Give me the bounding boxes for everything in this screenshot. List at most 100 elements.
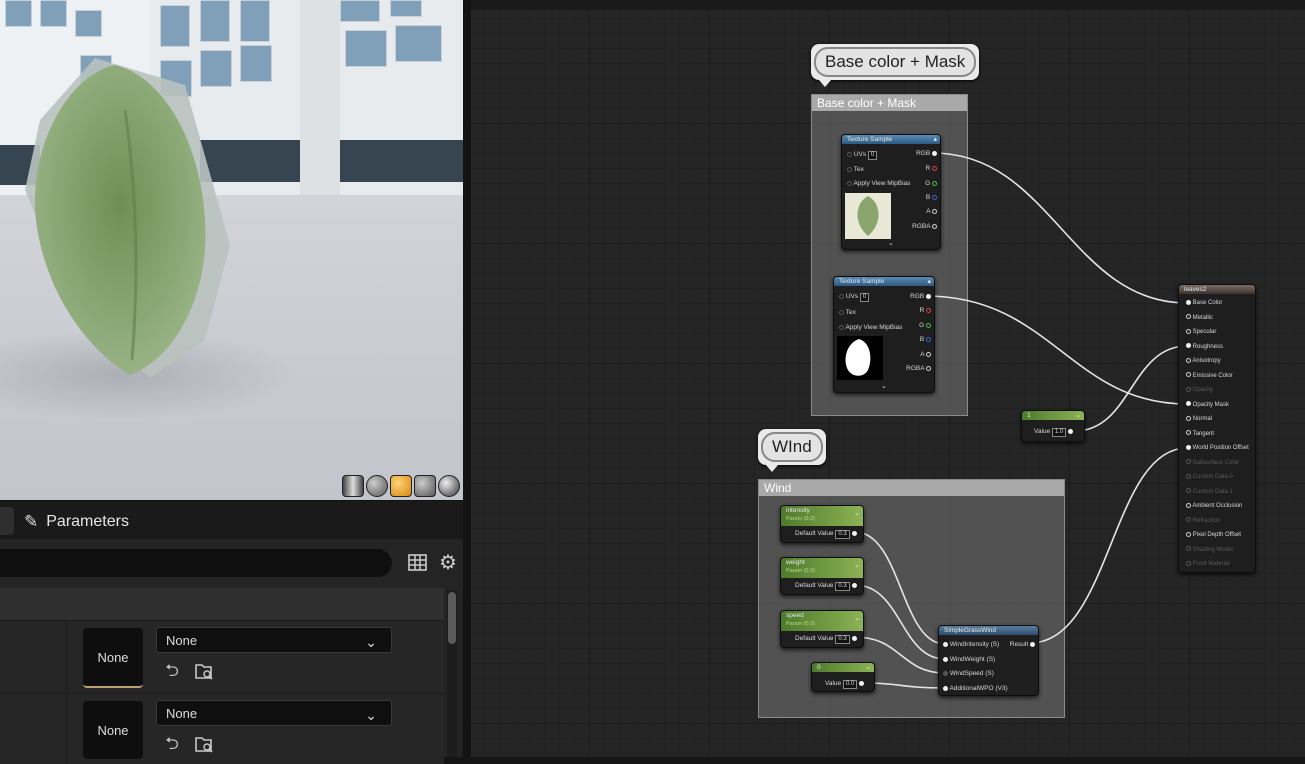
input-pin-additionalwpo[interactable]: AdditionalWPO (V3) xyxy=(943,684,1008,693)
output-pin-rgba[interactable]: RGBA xyxy=(912,222,937,231)
input-pin-windweight[interactable]: WindWeight (S) xyxy=(943,655,995,664)
texture-thumbnail[interactable]: None xyxy=(83,701,143,759)
chevron-down-icon[interactable]: ⌄ xyxy=(854,614,860,623)
scalar-parameter-node[interactable]: weight Param (0.3) ⌄ Default Value 0.3 xyxy=(780,557,864,595)
result-input-pin[interactable]: Tangent xyxy=(1186,430,1214,439)
use-selected-icon[interactable]: ⮌ xyxy=(162,661,182,681)
input-pin-mipbias[interactable]: Apply View MipBias xyxy=(839,323,902,332)
result-input-pin[interactable]: Anisotropy xyxy=(1186,357,1221,366)
value-field[interactable]: 1.0 xyxy=(1051,428,1067,437)
output-pin-r[interactable]: R xyxy=(919,306,931,315)
output-pin-b[interactable]: B xyxy=(920,335,931,344)
input-pin-uvs[interactable]: UVs 0 xyxy=(839,292,870,302)
constant-value-row[interactable]: Value 0.0 xyxy=(825,679,865,689)
input-pin-windspeed[interactable]: WindSpeed (S) xyxy=(943,669,994,678)
node-title: Texture Sample xyxy=(839,278,885,285)
default-value-row[interactable]: Default Value 0.3 xyxy=(795,634,857,644)
constant-node[interactable]: 1 ⌄ Value 1.0 xyxy=(1021,410,1085,442)
input-pin-tex[interactable]: Tex xyxy=(839,308,856,317)
default-value-row[interactable]: Default Value 0.3 xyxy=(795,581,857,591)
scalar-parameter-node[interactable]: intensity Param (0.3) ⌄ Default Value 0.… xyxy=(780,505,864,543)
uv-index-field[interactable]: 0 xyxy=(859,293,870,302)
expand-icon[interactable]: ⌄ xyxy=(888,239,894,247)
output-pin-a[interactable]: A xyxy=(920,350,931,359)
value-field[interactable]: 0.3 xyxy=(835,582,850,591)
value-field[interactable]: 0.0 xyxy=(842,680,858,689)
output-pin-rgb[interactable]: RGB xyxy=(910,292,931,301)
texture-sample-node[interactable]: Texture Sample ▴ UVs 0 Tex Apply View Mip… xyxy=(833,276,935,393)
output-pin-b[interactable]: B xyxy=(926,193,937,202)
result-input-pin[interactable]: Ambient Occlusion xyxy=(1186,502,1242,511)
expand-icon[interactable]: ⌄ xyxy=(881,382,887,390)
preview-mesh-button[interactable] xyxy=(438,475,460,497)
browse-asset-icon[interactable] xyxy=(194,661,214,681)
result-input-pin[interactable]: Custom Data 0 xyxy=(1186,473,1233,482)
collapse-icon[interactable]: ▴ xyxy=(933,135,937,144)
use-selected-icon[interactable]: ⮌ xyxy=(162,734,182,754)
input-pin-mipbias[interactable]: Apply View MipBias xyxy=(847,179,910,188)
input-pin-tex[interactable]: Tex xyxy=(847,165,864,174)
collapse-icon[interactable]: ▴ xyxy=(927,277,931,286)
tab-details[interactable] xyxy=(0,507,14,535)
table-view-icon[interactable] xyxy=(408,553,428,573)
default-value-row[interactable]: Default Value 0.3 xyxy=(795,529,857,539)
constant-node[interactable]: 0 ⌄ Value 0.0 xyxy=(811,662,875,692)
material-result-node[interactable]: leaves2 Base Color Metallic Specular Rou… xyxy=(1178,284,1256,573)
search-input[interactable] xyxy=(0,549,392,577)
texture-thumbnail[interactable]: None xyxy=(83,628,143,688)
result-input-pin[interactable]: Refraction xyxy=(1186,517,1220,526)
output-pin-r[interactable]: R xyxy=(925,164,937,173)
result-input-pin[interactable]: Shading Model xyxy=(1186,546,1233,555)
material-preview-viewport[interactable] xyxy=(0,0,463,500)
output-pin-rgba[interactable]: RGBA xyxy=(906,364,931,373)
result-input-pin[interactable]: Emissive Color xyxy=(1186,372,1233,381)
node-header: Texture Sample ▴ xyxy=(842,135,940,144)
preview-sphere-button[interactable] xyxy=(366,475,388,497)
result-input-pin[interactable]: Metallic xyxy=(1186,314,1213,323)
scalar-parameter-node[interactable]: speed Param (0.3) ⌄ Default Value 0.3 xyxy=(780,610,864,648)
panel-splitter[interactable] xyxy=(463,0,471,757)
constant-value-row[interactable]: Value 1.0 xyxy=(1034,427,1074,437)
result-input-pin[interactable]: Opacity Mask xyxy=(1186,401,1229,410)
result-input-pin[interactable]: Subsurface Color xyxy=(1186,459,1239,468)
input-pin-windintensity[interactable]: WindIntensity (S) xyxy=(943,640,999,649)
panel-scrollbar[interactable] xyxy=(447,590,457,757)
material-graph-canvas[interactable]: Base color + Mask Base color + Mask WInd… xyxy=(471,0,1305,757)
simple-grass-wind-node[interactable]: SimpleGrassWind WindIntensity (S) WindWe… xyxy=(938,625,1039,696)
output-pin-rgb[interactable]: RGB xyxy=(916,149,937,158)
value-field[interactable]: 0.3 xyxy=(835,635,850,644)
browse-asset-icon[interactable] xyxy=(194,734,214,754)
result-input-pin[interactable]: Specular xyxy=(1186,328,1216,337)
result-input-pin[interactable]: Roughness xyxy=(1186,343,1223,352)
output-pin-result[interactable]: Result xyxy=(1010,640,1035,649)
input-pin-uvs[interactable]: UVs 0 xyxy=(847,150,878,160)
gear-icon[interactable]: ⚙ xyxy=(437,552,459,574)
asset-picker-dropdown[interactable]: None ⌄ xyxy=(156,700,392,726)
preview-cylinder-button[interactable] xyxy=(342,475,364,497)
uv-index-field[interactable]: 0 xyxy=(867,151,878,160)
asset-picker-dropdown[interactable]: None ⌄ xyxy=(156,627,392,653)
value-field[interactable]: 0.3 xyxy=(835,530,850,539)
output-pin-a[interactable]: A xyxy=(926,207,937,216)
tab-parameters[interactable]: ✎ Parameters xyxy=(24,507,129,537)
result-input-pin[interactable]: Pixel Depth Offset xyxy=(1186,531,1241,540)
texture-sample-node[interactable]: Texture Sample ▴ UVs 0 Tex Apply View Mip… xyxy=(841,134,941,250)
chevron-down-icon[interactable]: ⌄ xyxy=(854,561,860,570)
preview-plane-button[interactable] xyxy=(390,475,412,497)
output-pin-g[interactable]: G xyxy=(925,179,937,188)
pin-label: Result xyxy=(1009,641,1029,648)
scrollbar-thumb[interactable] xyxy=(448,592,456,644)
result-input-pin[interactable]: World Position Offset xyxy=(1186,444,1249,453)
category-header[interactable] xyxy=(0,588,444,620)
result-input-pin[interactable]: Normal xyxy=(1186,415,1212,424)
preview-cube-button[interactable] xyxy=(414,475,436,497)
result-input-pin[interactable]: Custom Data 1 xyxy=(1186,488,1233,497)
result-input-pin[interactable]: Front Material xyxy=(1186,560,1230,569)
output-pin-g[interactable]: G xyxy=(919,321,931,330)
pin-icon xyxy=(1186,459,1191,465)
chevron-down-icon[interactable]: ⌄ xyxy=(854,509,860,518)
chevron-down-icon[interactable]: ⌄ xyxy=(865,663,871,672)
chevron-down-icon[interactable]: ⌄ xyxy=(1075,411,1081,420)
result-input-pin[interactable]: Base Color xyxy=(1186,299,1222,308)
result-input-pin[interactable]: Opacity xyxy=(1186,386,1213,395)
